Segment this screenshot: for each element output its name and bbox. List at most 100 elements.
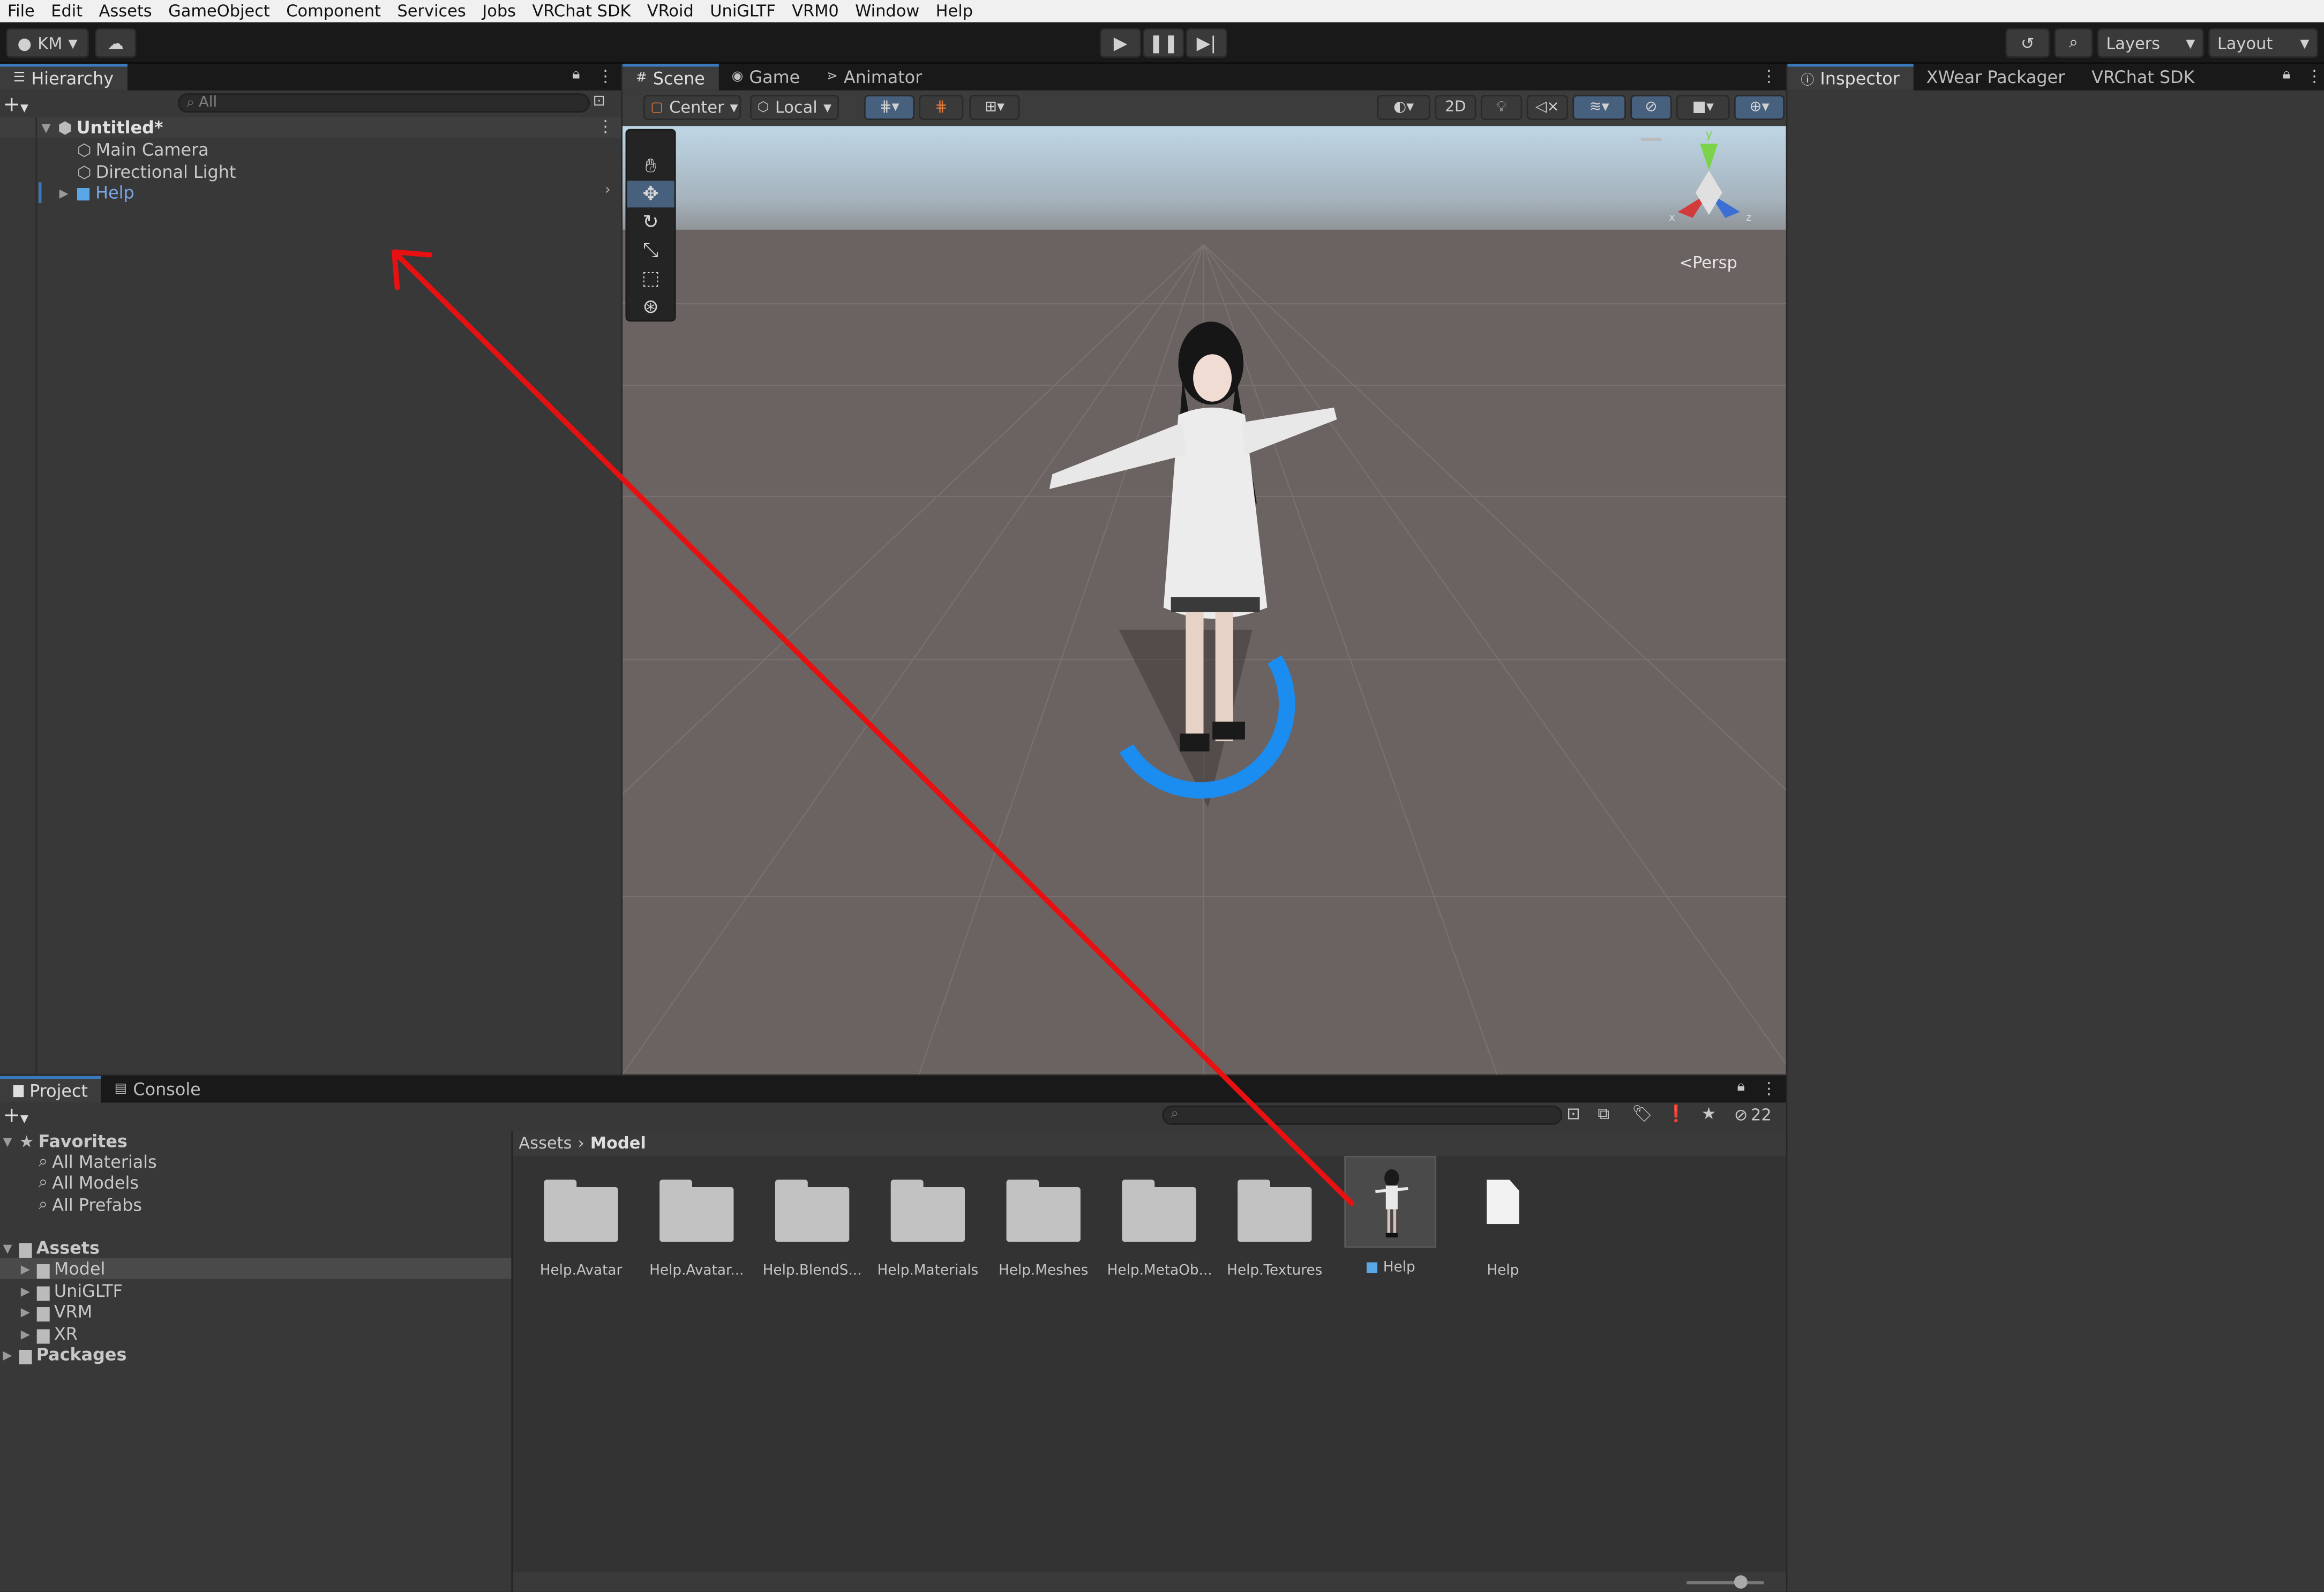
effects-button[interactable]: ≋▾ [1572, 95, 1626, 121]
asset-folder[interactable]: Help.Avatar... [644, 1168, 748, 1279]
overlay-handle[interactable] [1640, 138, 1662, 141]
add-object-button[interactable]: +▼ [3, 93, 28, 117]
scene-menu-icon[interactable]: ⋮ [597, 117, 613, 137]
cloud-button[interactable]: ☁ [95, 28, 137, 58]
tab-animator[interactable]: ⋗ Animator [813, 64, 935, 91]
menu-vrm0[interactable]: VRM0 [784, 2, 848, 21]
asset-model-prefab[interactable]: ■ Help [1338, 1155, 1442, 1276]
asset-folder[interactable]: Help.Meshes [992, 1168, 1096, 1279]
tab-project[interactable]: ▆ Project [0, 1076, 101, 1103]
collapsed-triangle-icon[interactable]: ▶ [21, 1305, 33, 1318]
expanded-triangle-icon[interactable]: ▼ [3, 1241, 15, 1255]
zoom-slider-track[interactable] [1686, 1581, 1764, 1585]
search-button[interactable]: ⌕ [2054, 28, 2093, 58]
collapsed-triangle-icon[interactable]: ▶ [21, 1284, 33, 1297]
collapsed-triangle-icon[interactable]: ▶ [59, 186, 71, 199]
tag-icon[interactable]: 🏷︎ [1632, 1104, 1653, 1123]
lock-icon[interactable]: 🔒︎ [572, 66, 580, 82]
folder-model[interactable]: ▶ ▆ Model [21, 1258, 106, 1279]
hierarchy-search-input[interactable]: ⌕ All [177, 93, 590, 113]
increment-snap-button[interactable]: ⋕ [919, 95, 964, 121]
chevron-right-icon[interactable]: › [605, 182, 611, 198]
tab-console[interactable]: ▤ Console [101, 1076, 214, 1103]
tab-game[interactable]: ◉ Game [718, 64, 813, 91]
toggle-2d-button[interactable]: 2D [1435, 95, 1476, 121]
folder-unigltf[interactable]: ▶ ▆ UniGLTF [21, 1280, 123, 1301]
tab-hierarchy[interactable]: ☰ Hierarchy [0, 63, 128, 91]
star-icon[interactable]: ★ [1701, 1104, 1716, 1123]
scene-row[interactable]: ▼ ⬢ Untitled* [41, 117, 163, 138]
tab-vrchat-sdk[interactable]: VRChat SDK [2078, 64, 2208, 91]
asset-folder[interactable]: Help.Materials [876, 1168, 980, 1279]
menu-services[interactable]: Services [390, 2, 475, 21]
project-search-input[interactable]: ⌕ [1162, 1105, 1562, 1125]
zoom-slider-thumb[interactable] [1734, 1575, 1748, 1589]
scale-tool[interactable]: ⤡ [627, 237, 674, 264]
asset-folder[interactable]: Help.MetaOb... [1107, 1168, 1212, 1279]
snap-settings-button[interactable]: ⊞▾ [969, 95, 1020, 121]
rect-tool[interactable]: ⬚ [627, 265, 674, 292]
menu-vrchat-sdk[interactable]: VRChat SDK [525, 2, 640, 21]
rotate-tool[interactable]: ↻ [627, 209, 674, 236]
menu-window[interactable]: Window [848, 2, 928, 21]
asset-folder[interactable]: Help.Textures [1223, 1168, 1326, 1279]
expanded-triangle-icon[interactable]: ▼ [41, 121, 53, 134]
tab-xwear-packager[interactable]: XWear Packager [1913, 64, 2078, 91]
search-options-icon[interactable]: ⊡ [593, 93, 605, 109]
favorites-row[interactable]: ▼ ★ Favorites [3, 1131, 128, 1152]
asset-file[interactable]: Help [1451, 1168, 1555, 1279]
hierarchy-item-main-camera[interactable]: ⬡ Main Camera [77, 139, 209, 160]
menu-edit[interactable]: Edit [43, 2, 91, 21]
expanded-triangle-icon[interactable]: ▼ [3, 1135, 15, 1148]
asset-folder[interactable]: Help.Avatar [529, 1168, 633, 1279]
menu-uniglft[interactable]: UniGLTF [702, 2, 784, 21]
folder-xr[interactable]: ▶ ▆ XR [21, 1324, 78, 1345]
more-options-icon[interactable]: ⋮ [1761, 66, 1777, 86]
hidden-packages-toggle[interactable]: ⊘ 22 [1734, 1106, 1772, 1125]
menu-component[interactable]: Component [279, 2, 389, 21]
create-asset-button[interactable]: +▼ [3, 1104, 28, 1128]
lighting-button[interactable]: 💡︎ [1480, 95, 1523, 121]
menu-help[interactable]: Help [928, 2, 982, 21]
history-button[interactable]: ↺ [2005, 28, 2050, 58]
search-options-icon[interactable]: ⊡ [1566, 1104, 1580, 1123]
breadcrumb-assets[interactable]: Assets [519, 1133, 572, 1153]
play-button[interactable]: ▶ [1099, 28, 1142, 58]
warning-icon[interactable]: ❗ [1666, 1104, 1686, 1123]
hidden-objects-button[interactable]: ⊘ [1630, 95, 1672, 121]
filter-type-icon[interactable]: ⧉ [1598, 1104, 1609, 1125]
assets-row[interactable]: ▼ ▆ Assets [3, 1237, 100, 1258]
layout-dropdown[interactable]: Layout ▼ [2208, 28, 2318, 58]
more-options-icon[interactable]: ⋮ [2306, 66, 2322, 86]
audio-button[interactable]: ◁× [1526, 95, 1569, 121]
scene-viewport[interactable]: y x z Persp < [622, 126, 1786, 1075]
more-options-icon[interactable]: ⋮ [597, 66, 613, 86]
layers-dropdown[interactable]: Layers ▼ [2097, 28, 2204, 58]
collapsed-triangle-icon[interactable]: ▶ [3, 1348, 15, 1361]
space-dropdown[interactable]: ⬡ Local ▼ [749, 95, 839, 121]
draw-mode-button[interactable]: ◐▾ [1377, 95, 1430, 121]
menu-file[interactable]: File [0, 2, 43, 21]
gizmos-button[interactable]: ⊕▾ [1734, 95, 1785, 121]
menu-gameobject[interactable]: GameObject [161, 2, 279, 21]
collapsed-triangle-icon[interactable]: ▶ [21, 1262, 33, 1275]
favorite-all-prefabs[interactable]: ⌕ All Prefabs [39, 1195, 142, 1215]
grid-snap-button[interactable]: ⋕▾ [864, 95, 914, 121]
menu-jobs[interactable]: Jobs [475, 2, 524, 21]
lock-icon[interactable]: 🔒︎ [1737, 1079, 1745, 1095]
transform-tool[interactable]: ⊛ [627, 294, 674, 320]
hierarchy-item-help[interactable]: ▶ ■ Help [59, 182, 134, 203]
hierarchy-item-directional-light[interactable]: ⬡ Directional Light [77, 162, 236, 183]
hand-tool[interactable]: ✋︎ [627, 153, 674, 179]
move-tool[interactable]: ✥ [627, 181, 674, 208]
lock-icon[interactable]: 🔒︎ [2283, 66, 2291, 82]
favorite-all-models[interactable]: ⌕ All Models [39, 1172, 139, 1193]
more-options-icon[interactable]: ⋮ [1761, 1079, 1777, 1098]
camera-button[interactable]: ■▾ [1676, 95, 1730, 121]
favorite-all-materials[interactable]: ⌕ All Materials [39, 1152, 157, 1173]
asset-folder[interactable]: Help.BlendS... [760, 1168, 864, 1279]
tab-inspector[interactable]: ⓘ Inspector [1787, 63, 1913, 91]
account-button[interactable]: ● KM ▼ [6, 28, 89, 58]
step-button[interactable]: ▶| [1186, 28, 1227, 58]
menu-vroid[interactable]: VRoid [640, 2, 702, 21]
